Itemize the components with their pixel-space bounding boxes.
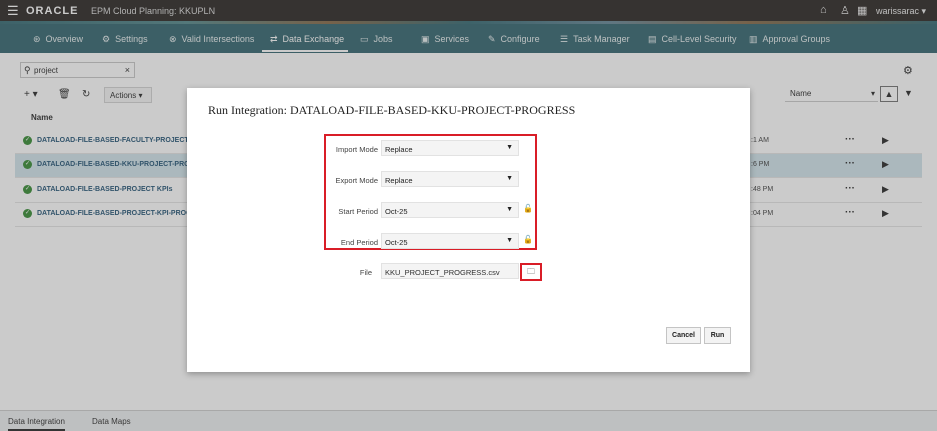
end-period-value: Oct-25 [385,238,408,247]
chevron-down-icon: ▼ [506,175,513,182]
import-mode-value: Replace [385,145,413,154]
export-mode-value: Replace [385,176,413,185]
end-period-label: End Period [340,238,378,247]
file-label: File [359,268,372,277]
start-period-select[interactable]: Oct-25 ▼ [381,202,519,218]
chevron-down-icon: ▼ [506,144,513,151]
chevron-down-icon: ▼ [506,237,513,244]
export-mode-select[interactable]: Replace ▼ [381,171,519,187]
import-mode-select[interactable]: Replace ▼ [381,140,519,156]
start-period-value: Oct-25 [385,207,408,216]
end-period-select[interactable]: Oct-25 ▼ [381,233,519,249]
dialog-title: Run Integration: DATALOAD-FILE-BASED-KKU… [208,103,576,117]
run-integration-dialog: Run Integration: DATALOAD-FILE-BASED-KKU… [187,88,750,372]
import-mode-label: Import Mode [335,145,378,154]
folder-icon[interactable]: 🗀 [527,266,535,280]
unlock-icon[interactable]: 🔓 [523,204,533,213]
export-mode-label: Export Mode [335,176,378,185]
chevron-down-icon: ▼ [506,206,513,213]
unlock-icon[interactable]: 🔓 [523,235,533,244]
run-button[interactable]: Run [704,327,731,344]
start-period-label: Start Period [338,207,378,216]
cancel-button[interactable]: Cancel [666,327,701,344]
file-name-field[interactable]: KKU_PROJECT_PROGRESS.csv [381,263,519,279]
